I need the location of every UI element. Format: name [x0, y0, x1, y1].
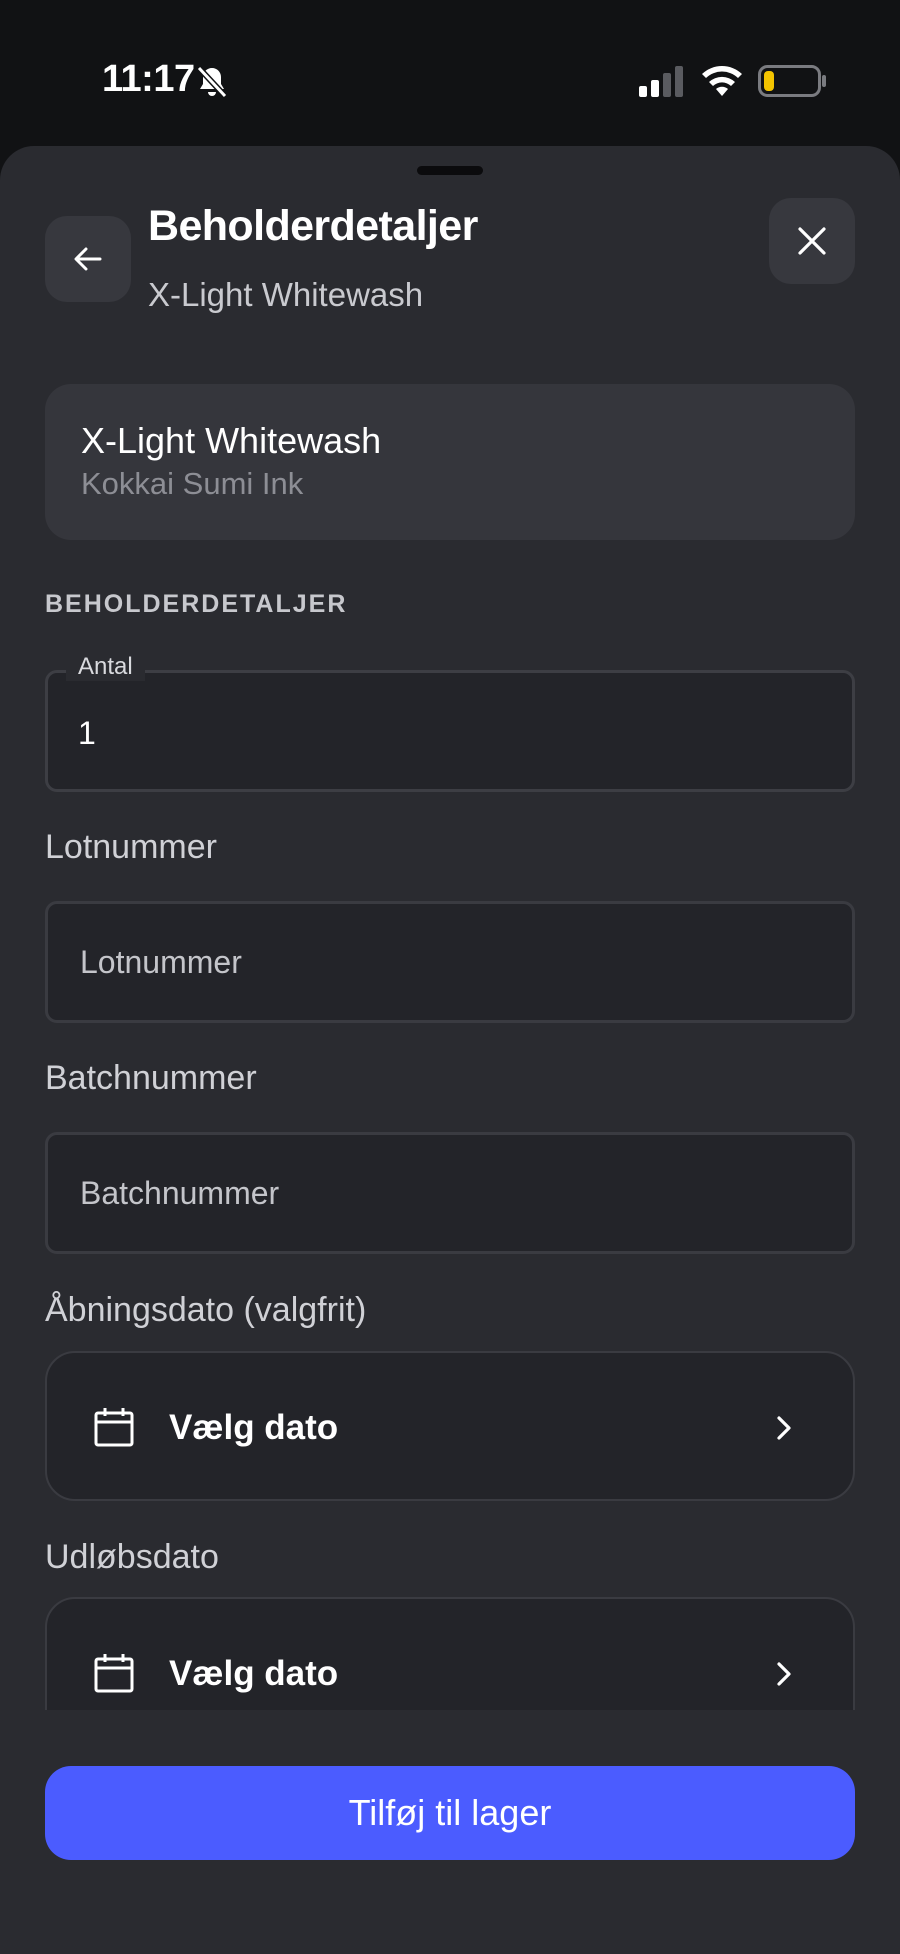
- quantity-label: Antal: [66, 653, 145, 681]
- page-title: Beholderdetaljer: [148, 202, 478, 250]
- status-time: 11:17: [102, 58, 195, 100]
- lot-number-label: Lotnummer: [45, 828, 217, 866]
- chevron-right-icon: [777, 1416, 791, 1440]
- status-bar: 11:17: [0, 0, 900, 146]
- batch-number-label: Batchnummer: [45, 1059, 257, 1097]
- lot-number-input[interactable]: Lotnummer: [45, 901, 855, 1023]
- sheet-grabber[interactable]: [417, 166, 483, 175]
- quantity-value: 1: [78, 715, 96, 751]
- product-brand: Kokkai Sumi Ink: [81, 466, 304, 501]
- product-name: X-Light Whitewash: [81, 420, 382, 461]
- add-to-inventory-button[interactable]: Tilføj til lager: [45, 1766, 855, 1860]
- expiry-date-button-label: Vælg dato: [169, 1654, 339, 1693]
- arrow-left-icon: [74, 247, 102, 271]
- chevron-right-icon: [777, 1662, 791, 1686]
- opening-date-label: Åbningsdato (valgfrit): [45, 1291, 367, 1329]
- quantity-field[interactable]: Antal 1: [45, 653, 855, 792]
- page-subtitle: X-Light Whitewash: [148, 276, 424, 313]
- opening-date-button[interactable]: Vælg dato: [45, 1351, 855, 1501]
- battery-low-icon: [758, 65, 826, 97]
- batch-number-input[interactable]: Batchnummer: [45, 1132, 855, 1254]
- section-header: BEHOLDERDETALJER: [45, 590, 348, 618]
- lot-number-placeholder: Lotnummer: [80, 944, 242, 980]
- cellular-signal-icon: [639, 66, 683, 97]
- calendar-icon: [94, 1654, 134, 1693]
- wifi-icon: [702, 66, 742, 96]
- batch-number-placeholder: Batchnummer: [80, 1175, 280, 1211]
- expiry-date-label: Udløbsdato: [45, 1538, 219, 1576]
- opening-date-button-label: Vælg dato: [169, 1408, 339, 1447]
- close-button[interactable]: [769, 198, 855, 284]
- back-button[interactable]: [45, 216, 131, 302]
- bottom-sheet: Beholderdetaljer X-Light Whitewash X-Lig…: [0, 146, 900, 1954]
- close-icon: [798, 227, 826, 255]
- product-card: X-Light Whitewash Kokkai Sumi Ink: [45, 384, 855, 540]
- bell-slash-icon: [196, 65, 228, 99]
- calendar-icon: [94, 1408, 134, 1447]
